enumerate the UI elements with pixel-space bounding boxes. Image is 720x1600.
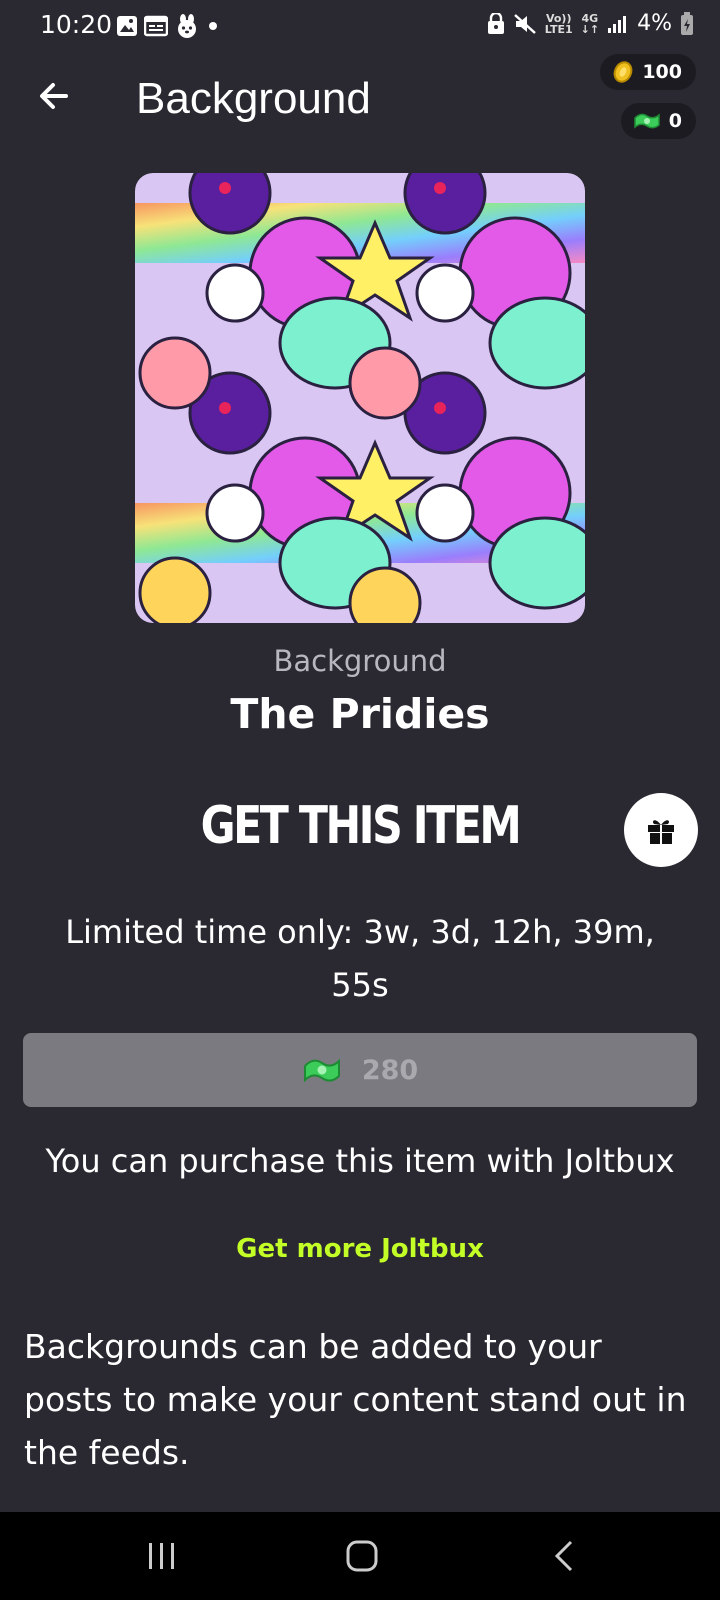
- status-bar: 10:20 Vo)) LTE1 4G ↓↑ 4%: [0, 0, 720, 50]
- back-button[interactable]: [30, 72, 78, 120]
- signal-icon: [608, 15, 627, 33]
- item-name: The Pridies: [230, 690, 490, 738]
- price-value: 280: [361, 1054, 419, 1086]
- recent-apps-icon: [149, 1543, 174, 1569]
- lock-icon: [487, 12, 504, 34]
- network-indicator: Vo)) LTE1: [544, 11, 573, 36]
- dot-icon: [209, 22, 217, 30]
- get-more-joltbux-link[interactable]: Get more Joltbux: [0, 1234, 720, 1264]
- home-button[interactable]: [302, 1512, 422, 1600]
- purchase-note: You can purchase this item with Joltbux: [45, 1142, 675, 1180]
- home-icon: [346, 1540, 378, 1572]
- limited-time-countdown: Limited time only: 3w, 3d, 12h, 39m, 55s: [65, 913, 655, 1004]
- battery-icon: [681, 11, 693, 35]
- calendar-icon: [144, 15, 168, 37]
- joltbux-balance[interactable]: 0: [620, 103, 696, 139]
- coin-icon: [613, 61, 633, 83]
- battery-percent: 4%: [637, 11, 672, 36]
- joltbux-count: 0: [668, 110, 682, 132]
- gift-icon: [648, 820, 674, 844]
- buy-with-joltbux-button[interactable]: 280: [23, 1033, 697, 1107]
- gift-button[interactable]: [624, 793, 698, 867]
- bunny-icon: [178, 14, 196, 38]
- status-time: 10:20: [40, 10, 113, 39]
- gallery-icon: [117, 16, 137, 36]
- system-navigation-bar: [0, 1512, 720, 1600]
- joltbux-icon: [303, 1058, 340, 1083]
- arrow-left-icon: [40, 83, 68, 109]
- coins-count: 100: [642, 61, 682, 83]
- item-type-label: Background: [273, 644, 447, 678]
- page-title: Background: [136, 74, 371, 123]
- mute-icon: [513, 13, 536, 34]
- background-preview-image: [135, 173, 585, 623]
- item-description: Backgrounds can be added to your posts t…: [24, 1327, 687, 1472]
- chevron-left-icon: [554, 1540, 573, 1572]
- coins-balance[interactable]: 100: [600, 54, 696, 90]
- joltbux-icon: [634, 113, 660, 129]
- status-right: Vo)) LTE1 4G ↓↑ 4%: [487, 11, 694, 36]
- back-nav-button[interactable]: [504, 1512, 624, 1600]
- status-left-icons: [116, 13, 220, 39]
- recent-apps-button[interactable]: [102, 1512, 222, 1600]
- get-item-heading: GET THIS ITEM: [200, 796, 522, 856]
- data-indicator: 4G ↓↑: [580, 11, 600, 36]
